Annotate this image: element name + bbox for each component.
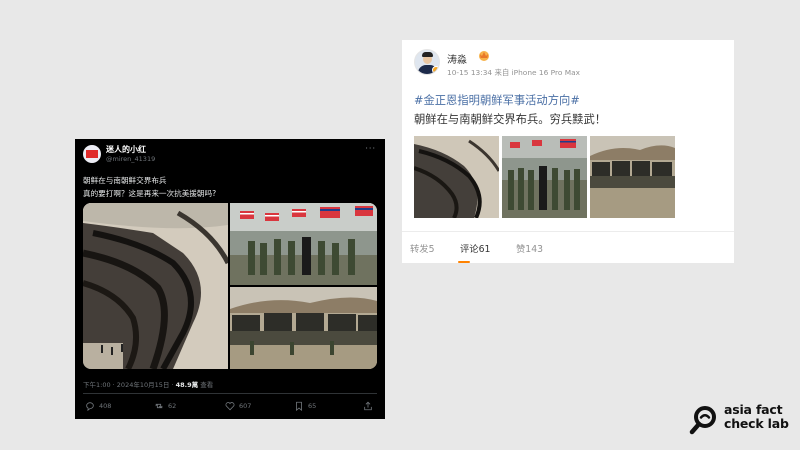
heart-icon: [225, 402, 235, 411]
share-button[interactable]: [363, 401, 373, 411]
weibo-launchers-photo[interactable]: [590, 136, 675, 218]
divider: [402, 231, 734, 232]
bookmark-icon: [296, 401, 302, 411]
x-action-bar: 408 62 607 65: [75, 401, 385, 415]
verified-badge-icon: [432, 66, 439, 74]
tab-repost[interactable]: 转发5: [410, 241, 435, 255]
weibo-artillery-photo[interactable]: [414, 136, 499, 218]
weibo-soldiers-photo[interactable]: [502, 136, 587, 218]
like-count: 607: [239, 402, 252, 410]
artillery-rows-photo[interactable]: [83, 203, 228, 369]
x-post-text-line2: 真的要打啊？这是再来一次抗美援朝吗?: [83, 188, 217, 198]
weibo-post-meta: 10-15 13:34 来自 iPhone 16 Pro Max: [447, 68, 581, 77]
retweet-icon: [155, 403, 163, 409]
more-options-icon[interactable]: ···: [365, 144, 376, 153]
magnifier-logo-icon: [689, 406, 716, 435]
x-views-count: 48.9萬: [175, 381, 199, 389]
retweet-button[interactable]: 62: [154, 401, 176, 411]
weibo-post-text: 朝鲜在与南朝鲜交界布兵。穷兵黩武！: [414, 113, 607, 126]
x-handle[interactable]: @miren_41319: [106, 155, 155, 163]
logo-wordmark: asia fact check lab: [724, 403, 789, 431]
reply-icon: [86, 402, 94, 411]
tab-comment[interactable]: 评论61: [460, 241, 490, 255]
rocket-launchers-photo[interactable]: [230, 287, 377, 369]
x-post-meta: 下午1:00 · 2024年10月15日 · 48.9萬 查看: [83, 379, 213, 389]
x-avatar[interactable]: [83, 145, 101, 163]
x-media-grid: [83, 203, 377, 369]
x-display-name[interactable]: 迷人的小红: [106, 144, 146, 155]
tab-like[interactable]: 赞143: [516, 241, 543, 255]
soldiers-flags-photo[interactable]: [230, 203, 377, 285]
share-icon: [364, 401, 372, 411]
weibo-avatar[interactable]: [414, 49, 440, 75]
reply-count: 408: [99, 402, 112, 410]
x-post-text: 朝鲜在与南朝鲜交界布兵 真的要打啊？这是再来一次抗美援朝吗?: [83, 175, 373, 200]
reply-button[interactable]: 408: [85, 401, 111, 411]
like-button[interactable]: 607: [225, 401, 251, 411]
weibo-post-screenshot: 涛淼 10-15 13:34 来自 iPhone 16 Pro Max #金正恩…: [402, 40, 734, 263]
x-timestamp[interactable]: 下午1:00 · 2024年10月15日 ·: [83, 381, 176, 389]
logo-line1: asia fact: [724, 402, 783, 417]
weibo-username[interactable]: 涛淼: [447, 51, 467, 66]
x-views-label: 查看: [198, 381, 214, 389]
bookmark-button[interactable]: 65: [294, 401, 316, 411]
active-tab-indicator: [458, 261, 470, 263]
asia-fact-check-lab-logo: asia fact check lab: [689, 402, 795, 438]
x-post-text-line1: 朝鲜在与南朝鲜交界布兵: [83, 176, 167, 185]
bookmark-count: 65: [308, 402, 317, 410]
divider: [83, 393, 377, 394]
member-crown-icon: [479, 51, 489, 61]
retweet-count: 62: [168, 402, 177, 410]
x-post-screenshot: 迷人的小红 @miren_41319 ··· 朝鲜在与南朝鲜交界布兵 真的要打啊…: [75, 139, 385, 419]
logo-line2: check lab: [724, 416, 789, 431]
weibo-hashtag-link[interactable]: #金正恩指明朝鲜军事活动方向#: [414, 92, 580, 108]
weibo-image-row: [414, 136, 714, 218]
